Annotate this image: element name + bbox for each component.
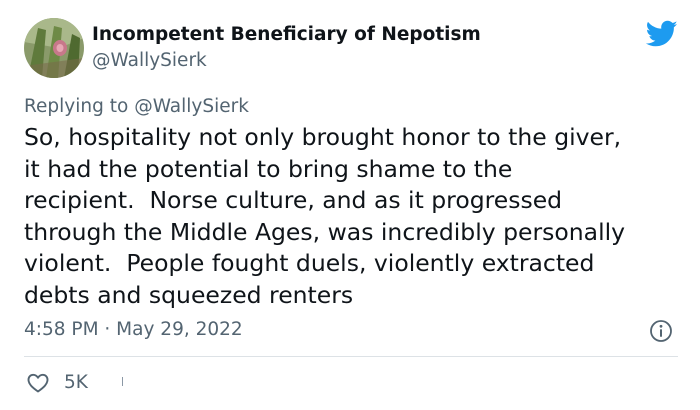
- tweet-text: So, hospitality not only brought honor t…: [24, 123, 626, 309]
- author-name[interactable]: Incompetent Beneficiary of Nepotism: [92, 24, 481, 45]
- avatar[interactable]: [24, 18, 84, 78]
- tweet-timestamp[interactable]: 4:58 PM · May 29, 2022: [24, 319, 243, 340]
- like-count[interactable]: 5K: [64, 372, 88, 393]
- tweet-card: Incompetent Beneficiary of Nepotism @Wal…: [0, 0, 700, 410]
- reply-prefix: Replying to: [24, 96, 129, 117]
- twitter-bird-icon[interactable]: [645, 20, 678, 48]
- heart-icon[interactable]: [26, 371, 50, 395]
- divider: [24, 356, 678, 357]
- reply-handle[interactable]: @WallySierk: [134, 96, 249, 117]
- action-separator: [122, 377, 123, 386]
- author-handle[interactable]: @WallySierk: [92, 50, 207, 71]
- avatar-image: [24, 18, 84, 78]
- info-icon[interactable]: [649, 319, 673, 343]
- reply-context: Replying to @WallySierk: [24, 96, 249, 117]
